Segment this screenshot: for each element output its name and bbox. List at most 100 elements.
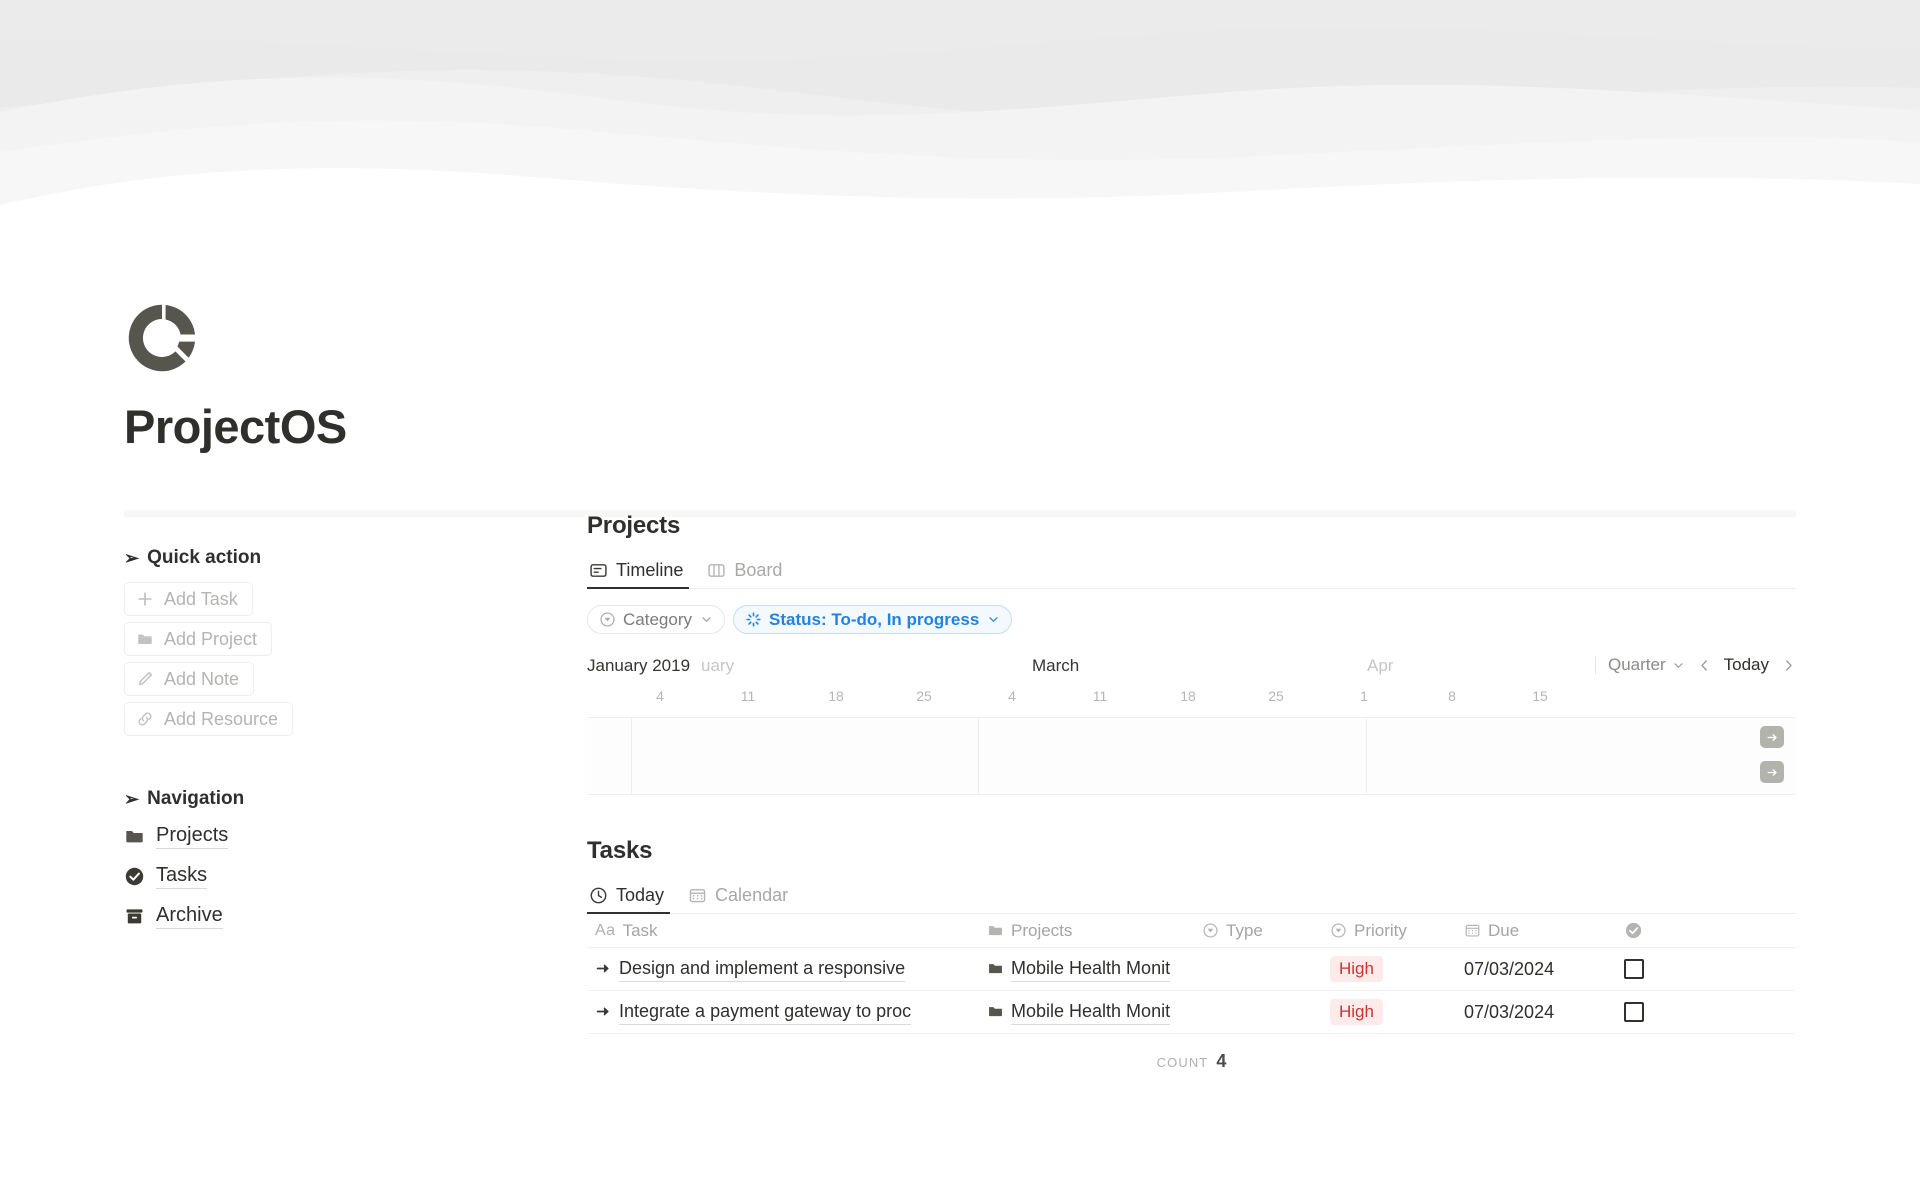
navigation-heading-label: Navigation (147, 788, 245, 809)
tab-timeline[interactable]: Timeline (587, 552, 697, 589)
column-header-due-label: Due (1488, 920, 1520, 940)
cell-priority[interactable]: High (1330, 998, 1464, 1026)
column-header-type-label: Type (1226, 920, 1263, 940)
due-date: 07/03/2024 (1464, 1001, 1555, 1022)
timeline-tick-row: 4 11 18 25 4 11 18 25 1 8 15 (587, 688, 1796, 714)
cell-task[interactable]: Design and implement a responsive (587, 956, 987, 982)
arrow-right-icon (596, 964, 609, 974)
tasks-table-header: Aa Task Projects Type Priority Due (587, 914, 1796, 948)
timeline-today-label: Today (1723, 655, 1769, 674)
project-link[interactable]: Mobile Health Monit (1011, 999, 1171, 1025)
workspace-header: ProjectOS (124, 300, 1796, 452)
tasks-count-row: COUNT 4 (587, 1051, 1796, 1072)
sidebar-item-archive[interactable]: Archive (124, 903, 524, 929)
timeline-today-button[interactable]: Today (1724, 655, 1769, 675)
timeline-grid[interactable] (587, 717, 1796, 795)
add-task-button[interactable]: Add Task (124, 582, 253, 616)
table-row[interactable]: Integrate a payment gateway to proc Mobi… (587, 991, 1796, 1034)
folder-icon (989, 1007, 1002, 1017)
timeline-tick: 18 (1180, 688, 1196, 704)
filter-status[interactable]: Status: To-do, In progress (732, 605, 1013, 634)
cell-priority[interactable]: High (1330, 955, 1464, 983)
tasks-title: Tasks (587, 837, 653, 864)
timeline-tick: 11 (740, 688, 756, 704)
column-header-priority[interactable]: Priority (1330, 921, 1464, 941)
chevron-down-icon (1674, 662, 1683, 668)
add-project-label: Add Project (164, 628, 258, 649)
tab-calendar[interactable]: Calendar (686, 877, 802, 913)
timeline-tick: 11 (1092, 688, 1108, 704)
arrow-right-icon (1767, 768, 1777, 776)
projects-block: Projects Timeline Board Category Status:… (587, 512, 1796, 795)
timeline-tick: 4 (656, 688, 664, 704)
calendar-icon (689, 888, 706, 902)
aa-text-icon: Aa (595, 921, 616, 939)
add-project-button[interactable]: Add Project (124, 622, 273, 656)
add-task-label: Add Task (164, 588, 238, 609)
page-title: ProjectOS (124, 400, 347, 453)
task-title-link[interactable]: Integrate a payment gateway to proc (619, 999, 912, 1025)
column-header-due[interactable]: Due (1464, 921, 1624, 941)
cell-done[interactable] (1624, 959, 1704, 979)
cell-due[interactable]: 07/03/2024 (1464, 959, 1624, 980)
projects-title: Projects (587, 512, 681, 539)
page-content: ProjectOS ➢ Quick action Add Task Add Pr… (0, 205, 1920, 1199)
projects-timeline: January 2019 uary March Apr Quarter Toda… (587, 655, 1796, 795)
pencil-icon (138, 671, 153, 686)
add-resource-label: Add Resource (164, 708, 279, 729)
select-icon (1203, 923, 1218, 938)
arrow-right-glyph-icon: ➢ (124, 789, 140, 809)
status-badge: High (1330, 998, 1383, 1026)
sidebar-item-tasks[interactable]: Tasks (124, 863, 524, 889)
quick-action-heading-label: Quick action (147, 547, 262, 568)
done-checkbox[interactable] (1624, 1002, 1644, 1022)
sidebar-item-tasks-label: Tasks (156, 863, 208, 889)
cell-task[interactable]: Integrate a payment gateway to proc (587, 999, 987, 1025)
project-link[interactable]: Mobile Health Monit (1011, 956, 1171, 982)
chevron-down-icon (989, 617, 998, 622)
add-note-button[interactable]: Add Note (124, 662, 255, 696)
app-root: ProjectOS ➢ Quick action Add Task Add Pr… (0, 0, 1920, 1199)
folder-icon (989, 926, 1002, 936)
table-row[interactable]: Design and implement a responsive Mobile… (587, 948, 1796, 991)
tab-board[interactable]: Board (705, 552, 796, 588)
column-header-type[interactable]: Type (1202, 921, 1330, 941)
timeline-zoom-select[interactable]: Quarter (1608, 655, 1685, 675)
cell-due[interactable]: 07/03/2024 (1464, 1002, 1624, 1023)
timeline-offscreen-marker[interactable] (1760, 761, 1784, 783)
timeline-tick: 25 (1268, 688, 1284, 704)
timeline-tick: 15 (1532, 688, 1548, 704)
projects-tabbar: Timeline Board (587, 553, 1796, 589)
filter-category[interactable]: Category (587, 605, 725, 634)
tasks-tabbar: Today Calendar (587, 878, 1796, 914)
timeline-divider (1366, 718, 1367, 794)
sidebar-item-projects[interactable]: Projects (124, 823, 524, 849)
task-title-link[interactable]: Design and implement a responsive (619, 956, 906, 982)
column-header-done[interactable] (1624, 921, 1704, 940)
chevron-right-icon[interactable] (1781, 658, 1796, 673)
timeline-offscreen-marker[interactable] (1760, 726, 1784, 748)
select-icon (1331, 923, 1346, 938)
link-icon (138, 712, 152, 726)
cell-project[interactable]: Mobile Health Monit (987, 999, 1202, 1025)
timeline-control-divider (1594, 656, 1596, 674)
timeline-zoom-label: Quarter (1607, 655, 1666, 674)
column-header-projects[interactable]: Projects (987, 921, 1202, 941)
cell-project[interactable]: Mobile Health Monit (987, 956, 1202, 982)
folder-icon (138, 634, 152, 645)
column-header-task[interactable]: Aa Task (587, 921, 987, 941)
add-resource-button[interactable]: Add Resource (124, 702, 294, 736)
tab-calendar-label: Calendar (715, 884, 789, 905)
chevron-left-icon[interactable] (1697, 658, 1712, 673)
timeline-month-label: uary (701, 656, 735, 675)
banner-wave-graphic (0, 0, 1920, 205)
navigation-block: ➢ Navigation Projects Tasks Archive (124, 788, 524, 929)
tab-today[interactable]: Today (587, 877, 678, 914)
folder-icon (989, 964, 1002, 974)
board-icon (708, 563, 725, 577)
column-header-task-label: Task (622, 920, 658, 940)
sidebar-item-projects-label: Projects (156, 823, 229, 849)
done-checkbox[interactable] (1624, 959, 1644, 979)
cell-done[interactable] (1624, 1002, 1704, 1022)
timeline-tick: 18 (828, 688, 844, 704)
